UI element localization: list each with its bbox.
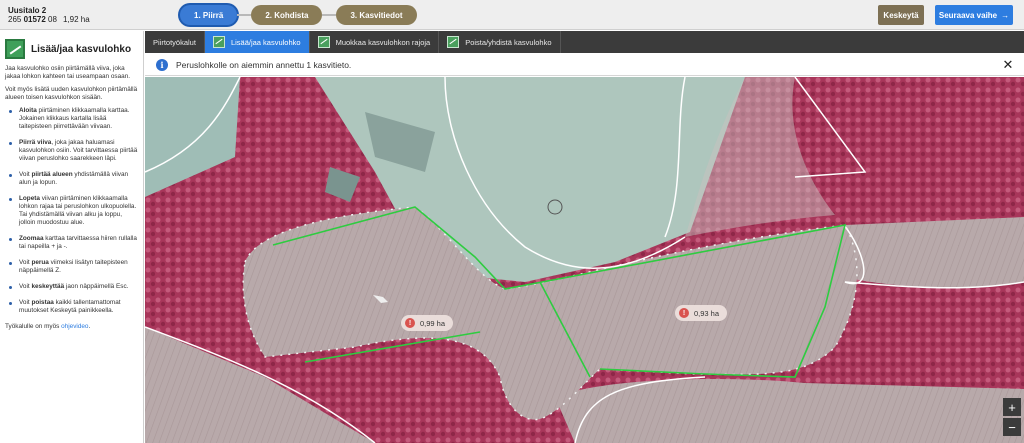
list-item: Piirrä viiva, joka jakaa haluamasi kasvu… xyxy=(8,139,138,163)
tab-edit-boundaries[interactable]: Muokkaa kasvulohkon rajoja xyxy=(310,31,440,53)
area-label: ! 0,99 ha xyxy=(401,315,454,331)
parcel-name: Uusitalo 2 xyxy=(8,6,47,15)
aerial-map[interactable] xyxy=(145,77,1024,443)
area-value: 0,99 ha xyxy=(420,318,446,328)
sidebar-intro: Jaa kasvulohko osiin piirtämällä viiva, … xyxy=(0,65,143,102)
top-bar: Uusitalo 2 265 01572 08 1,92 ha 1. Piirrä… xyxy=(0,0,1024,30)
instructions-sidebar: Lisää/jaa kasvulohko Jaa kasvulohko osii… xyxy=(0,31,144,443)
list-item: Voit keskeyttää jaon näppäimellä Esc. xyxy=(8,283,138,291)
add-split-parcel-icon xyxy=(5,39,25,59)
info-icon: i xyxy=(156,58,168,71)
step-crop-info[interactable]: 3. Kasvitiedot xyxy=(336,5,417,25)
parcel-info: Uusitalo 2 265 01572 08 1,92 ha xyxy=(8,6,90,24)
step-separator xyxy=(322,14,337,16)
tab-add-split-parcel[interactable]: Lisää/jaa kasvulohko xyxy=(204,31,310,53)
next-step-label: Seuraava vaihe xyxy=(938,10,998,20)
list-item: Voit piirtää alueen yhdistämällä viivan … xyxy=(8,171,138,187)
info-message: Peruslohkolle on aiemmin annettu 1 kasvi… xyxy=(176,59,352,70)
list-item: Lopeta viivan piirtäminen klikkaamalla l… xyxy=(8,195,138,227)
tab-remove-merge[interactable]: Poista/yhdistä kasvulohko xyxy=(439,31,561,53)
info-notification: i Peruslohkolle on aiemmin annettu 1 kas… xyxy=(145,54,1024,76)
step-separator xyxy=(237,14,252,16)
list-item: Zoomaa karttaa tarvittaessa hiiren rulla… xyxy=(8,235,138,251)
edit-boundary-icon xyxy=(317,36,330,48)
parcel-id: 265 01572 08 1,92 ha xyxy=(8,15,90,24)
area-label: ! 0,93 ha xyxy=(675,305,728,321)
list-item: Voit poistaa kaikki tallentamattomat muu… xyxy=(8,299,138,315)
help-video-link[interactable]: ohjevideo xyxy=(61,323,88,330)
step-draw[interactable]: 1. Piirrä xyxy=(180,5,238,25)
map-view[interactable]: ! 0,99 ha ! 0,93 ha + − xyxy=(145,77,1024,443)
cancel-button[interactable]: Keskeytä xyxy=(878,5,924,25)
step-align[interactable]: 2. Kohdista xyxy=(251,5,323,25)
sidebar-footer: Työkalulle on myös ohjevideo. xyxy=(5,323,91,330)
list-item: Voit perua viimeksi lisätyn taitepisteen… xyxy=(8,259,138,275)
intro-paragraph: Jaa kasvulohko osiin piirtämällä viiva, … xyxy=(5,65,131,80)
warning-icon: ! xyxy=(405,318,415,328)
zoom-out-button[interactable]: − xyxy=(1003,418,1021,436)
area-value: 0,93 ha xyxy=(694,308,720,318)
tab-drawing-tools[interactable]: Piirtotyökalut xyxy=(145,31,205,53)
instruction-list: Aloita piirtäminen klikkaamalla karttaa.… xyxy=(0,107,143,315)
intro-paragraph: Voit myös lisätä uuden kasvulohkon piirt… xyxy=(5,86,138,101)
arrow-right-icon: → xyxy=(1001,10,1010,20)
list-item: Aloita piirtäminen klikkaamalla karttaa.… xyxy=(8,107,138,131)
next-step-button[interactable]: Seuraava vaihe → xyxy=(935,5,1013,25)
sidebar-title: Lisää/jaa kasvulohko xyxy=(31,43,132,55)
tool-tabs: Piirtotyökalut Lisää/jaa kasvulohko Muok… xyxy=(145,31,1024,53)
add-split-parcel-icon xyxy=(212,36,225,48)
field-parcel xyxy=(845,217,1024,288)
step-indicator: 1. Piirrä 2. Kohdista 3. Kasvitiedot xyxy=(180,5,417,25)
remove-merge-icon xyxy=(447,36,460,48)
close-icon[interactable]: ✕ xyxy=(1001,58,1015,72)
warning-icon: ! xyxy=(679,308,689,318)
parcel-area: 1,92 ha xyxy=(62,15,90,24)
sidebar-header: Lisää/jaa kasvulohko xyxy=(0,31,143,65)
zoom-in-button[interactable]: + xyxy=(1003,398,1021,416)
